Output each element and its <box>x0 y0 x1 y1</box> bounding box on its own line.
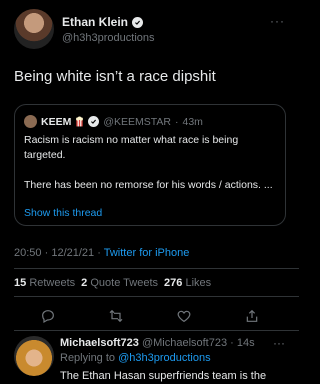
quoted-tweet-text: Racism is racism no matter what race is … <box>24 133 279 193</box>
tweet-author-avatar[interactable] <box>14 9 54 49</box>
divider <box>14 268 299 269</box>
popcorn-emoji-icon <box>76 116 84 127</box>
tweet-time: 20:50 <box>14 247 42 259</box>
quoted-time: 43m <box>182 115 203 128</box>
reply-author-handle[interactable]: @Michaelsoft723 <box>142 337 227 349</box>
reply-text: The Ethan Hasan superfriends team is the <box>60 370 267 382</box>
reply-header: Michaelsoft723 @Michaelsoft723 · 14s <box>60 337 255 349</box>
tweet-text: Being white isn’t a race dipshit <box>14 68 216 85</box>
quoted-text-line-2: There has been no remorse for his words … <box>24 179 273 191</box>
reply-icon[interactable] <box>38 306 58 326</box>
replying-to-link[interactable]: @h3h3productions <box>118 352 211 364</box>
quoted-verified-badge-icon <box>88 116 100 127</box>
share-icon[interactable] <box>242 306 262 326</box>
reply-time: 14s <box>236 337 255 349</box>
quoted-tweet-header: KEEM @KEEMSTAR · 43m <box>24 115 203 128</box>
show-thread-link[interactable]: Show this thread <box>24 207 102 219</box>
tweet-date: 12/21/21 <box>51 247 95 259</box>
replying-to: Replying to @h3h3productions <box>60 352 211 364</box>
reply-more-icon[interactable]: ··· <box>273 336 285 350</box>
tweet-meta: 20:50 · 12/21/21 · Twitter for iPhone <box>14 247 190 259</box>
verified-badge-icon <box>132 16 144 28</box>
like-icon[interactable] <box>174 306 194 326</box>
quoted-separator: · <box>174 115 179 128</box>
quoted-author-avatar <box>24 115 37 128</box>
quoted-author-handle: @KEEMSTAR <box>103 115 171 128</box>
likes-stat[interactable]: 276 Likes <box>164 277 211 289</box>
reply-author-avatar[interactable] <box>14 336 54 376</box>
retweets-stat[interactable]: 15 Retweets <box>14 277 75 289</box>
author-name[interactable]: Ethan Klein <box>62 15 128 29</box>
more-icon[interactable]: ··· <box>270 14 285 28</box>
retweet-icon[interactable] <box>106 306 126 326</box>
tweet-actions <box>14 306 286 326</box>
tweet-client-link[interactable]: Twitter for iPhone <box>104 247 190 259</box>
tweet-stats: 15 Retweets 2 Quote Tweets 276 Likes <box>14 277 211 289</box>
reply-author-name[interactable]: Michaelsoft723 <box>60 337 139 349</box>
author-handle[interactable]: @h3h3productions <box>62 32 155 44</box>
quote-tweets-stat[interactable]: 2 Quote Tweets <box>81 277 158 289</box>
quoted-tweet-card[interactable]: KEEM @KEEMSTAR · 43m Racism is racism no… <box>14 104 286 226</box>
divider <box>14 296 299 297</box>
author-name-row: Ethan Klein <box>62 15 144 29</box>
divider <box>14 330 299 331</box>
quoted-text-line-1: Racism is racism no matter what race is … <box>24 134 239 161</box>
quoted-author-name: KEEM <box>41 115 72 128</box>
